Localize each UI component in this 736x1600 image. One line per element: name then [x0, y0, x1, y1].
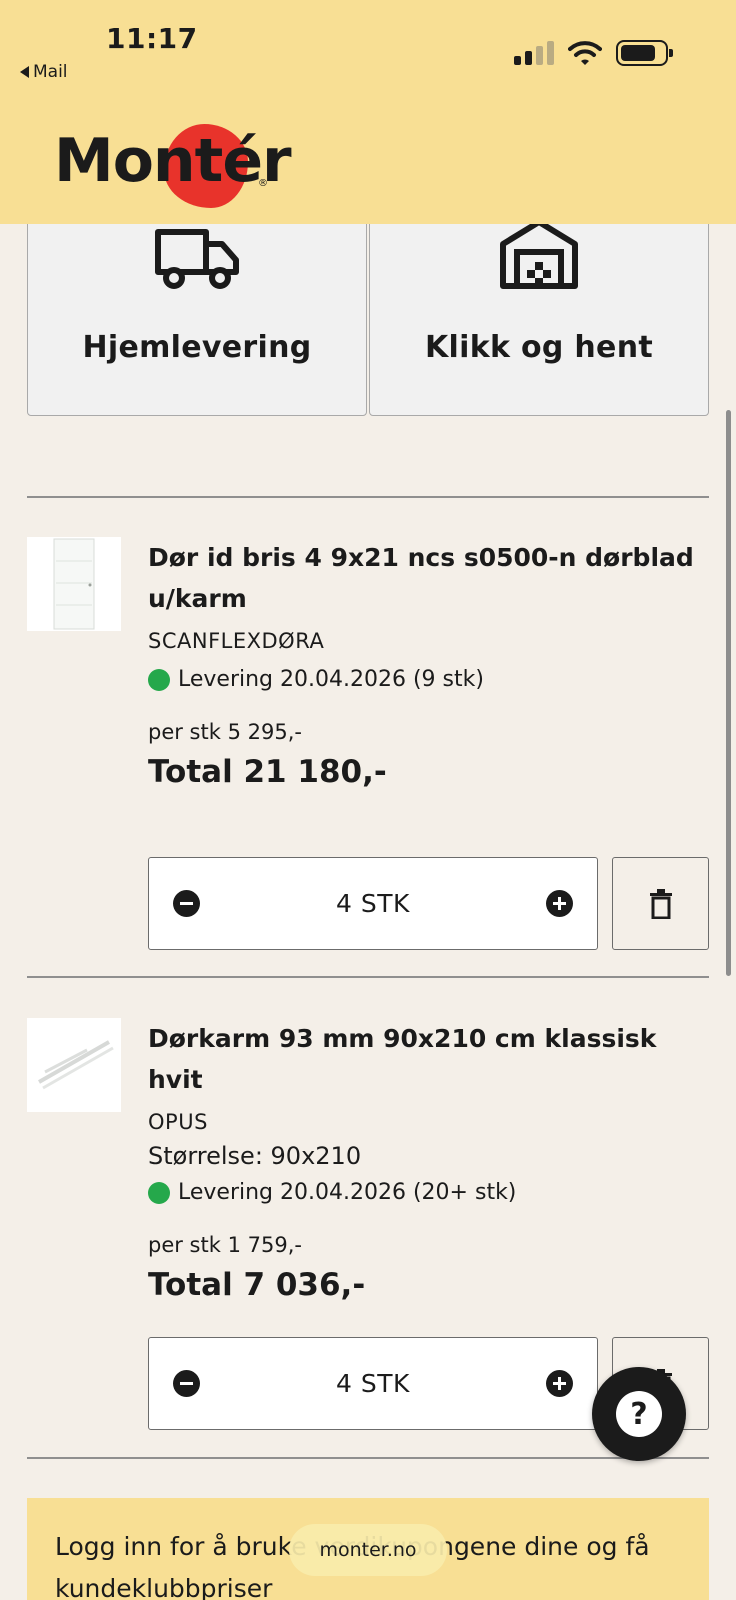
- product-image-door-frame[interactable]: [27, 1018, 121, 1112]
- product-brand: SCANFLEXDØRA: [148, 629, 325, 653]
- monter-logo[interactable]: Montér ®: [54, 118, 292, 208]
- remove-item-button[interactable]: [612, 857, 709, 950]
- quantity-stepper: 4 STK: [148, 1337, 598, 1430]
- question-mark-icon: ?: [616, 1391, 662, 1437]
- trash-icon: [649, 888, 672, 919]
- store-icon: [500, 219, 578, 289]
- home-delivery-option[interactable]: Hjemlevering: [27, 200, 367, 416]
- quantity-stepper: 4 STK: [148, 857, 598, 950]
- decrease-quantity-button[interactable]: [173, 1370, 200, 1397]
- logo-text: Montér: [54, 126, 292, 196]
- wifi-icon: [568, 41, 602, 65]
- product-size: Størrelse: 90x210: [148, 1142, 362, 1170]
- line-total: Total 21 180,-: [148, 754, 387, 790]
- battery-icon: [616, 40, 673, 66]
- increase-quantity-button[interactable]: [545, 890, 573, 917]
- app-header: 11:17 Mail Montér ®: [0, 0, 736, 224]
- url-text: monter.no: [319, 1539, 417, 1561]
- logo-registered-mark: ®: [258, 178, 268, 189]
- stock-status-text: Levering 20.04.2026 (20+ stk): [178, 1180, 517, 1205]
- help-chat-button[interactable]: ?: [592, 1367, 686, 1461]
- product-title[interactable]: Dørkarm 93 mm 90x210 cm klassisk hvit: [148, 1018, 709, 1100]
- delivery-options: Hjemlevering Klikk og hent: [27, 200, 709, 416]
- back-to-mail-link[interactable]: Mail: [20, 62, 68, 82]
- cart-item-info: Dør id bris 4 9x21 ncs s0500-n dørblad u…: [148, 537, 709, 790]
- cellular-signal-icon: [514, 41, 554, 65]
- unit-price: per stk 1 759,-: [148, 1233, 302, 1257]
- increase-quantity-button[interactable]: [545, 1370, 573, 1397]
- click-and-collect-option[interactable]: Klikk og hent: [369, 200, 709, 416]
- click-and-collect-label: Klikk og hent: [425, 330, 653, 365]
- stock-status: Levering 20.04.2026 (9 stk): [148, 667, 709, 692]
- status-time: 11:17: [106, 22, 198, 55]
- unit-price: per stk 5 295,-: [148, 720, 302, 744]
- truck-icon: [155, 229, 239, 289]
- product-brand: OPUS: [148, 1110, 208, 1134]
- stock-status-text: Levering 20.04.2026 (9 stk): [178, 667, 484, 692]
- home-delivery-label: Hjemlevering: [82, 330, 312, 365]
- divider: [27, 1457, 709, 1459]
- back-arrow-icon: [20, 66, 29, 78]
- product-image-door[interactable]: [27, 537, 121, 631]
- quantity-value: 4 STK: [336, 889, 410, 918]
- in-stock-dot-icon: [148, 1181, 170, 1204]
- stock-status: Levering 20.04.2026 (20+ stk): [148, 1180, 709, 1205]
- browser-url-bar[interactable]: monter.no: [289, 1524, 447, 1576]
- divider: [27, 496, 709, 498]
- cart-item-info: Dørkarm 93 mm 90x210 cm klassisk hvit OP…: [148, 1018, 709, 1303]
- quantity-value: 4 STK: [336, 1369, 410, 1398]
- product-title[interactable]: Dør id bris 4 9x21 ncs s0500-n dørblad u…: [148, 537, 709, 619]
- divider: [27, 976, 709, 978]
- back-app-label: Mail: [33, 62, 68, 82]
- scrollbar[interactable]: [726, 410, 731, 976]
- decrease-quantity-button[interactable]: [173, 890, 200, 917]
- in-stock-dot-icon: [148, 668, 170, 691]
- status-icons: [514, 40, 673, 66]
- line-total: Total 7 036,-: [148, 1267, 366, 1303]
